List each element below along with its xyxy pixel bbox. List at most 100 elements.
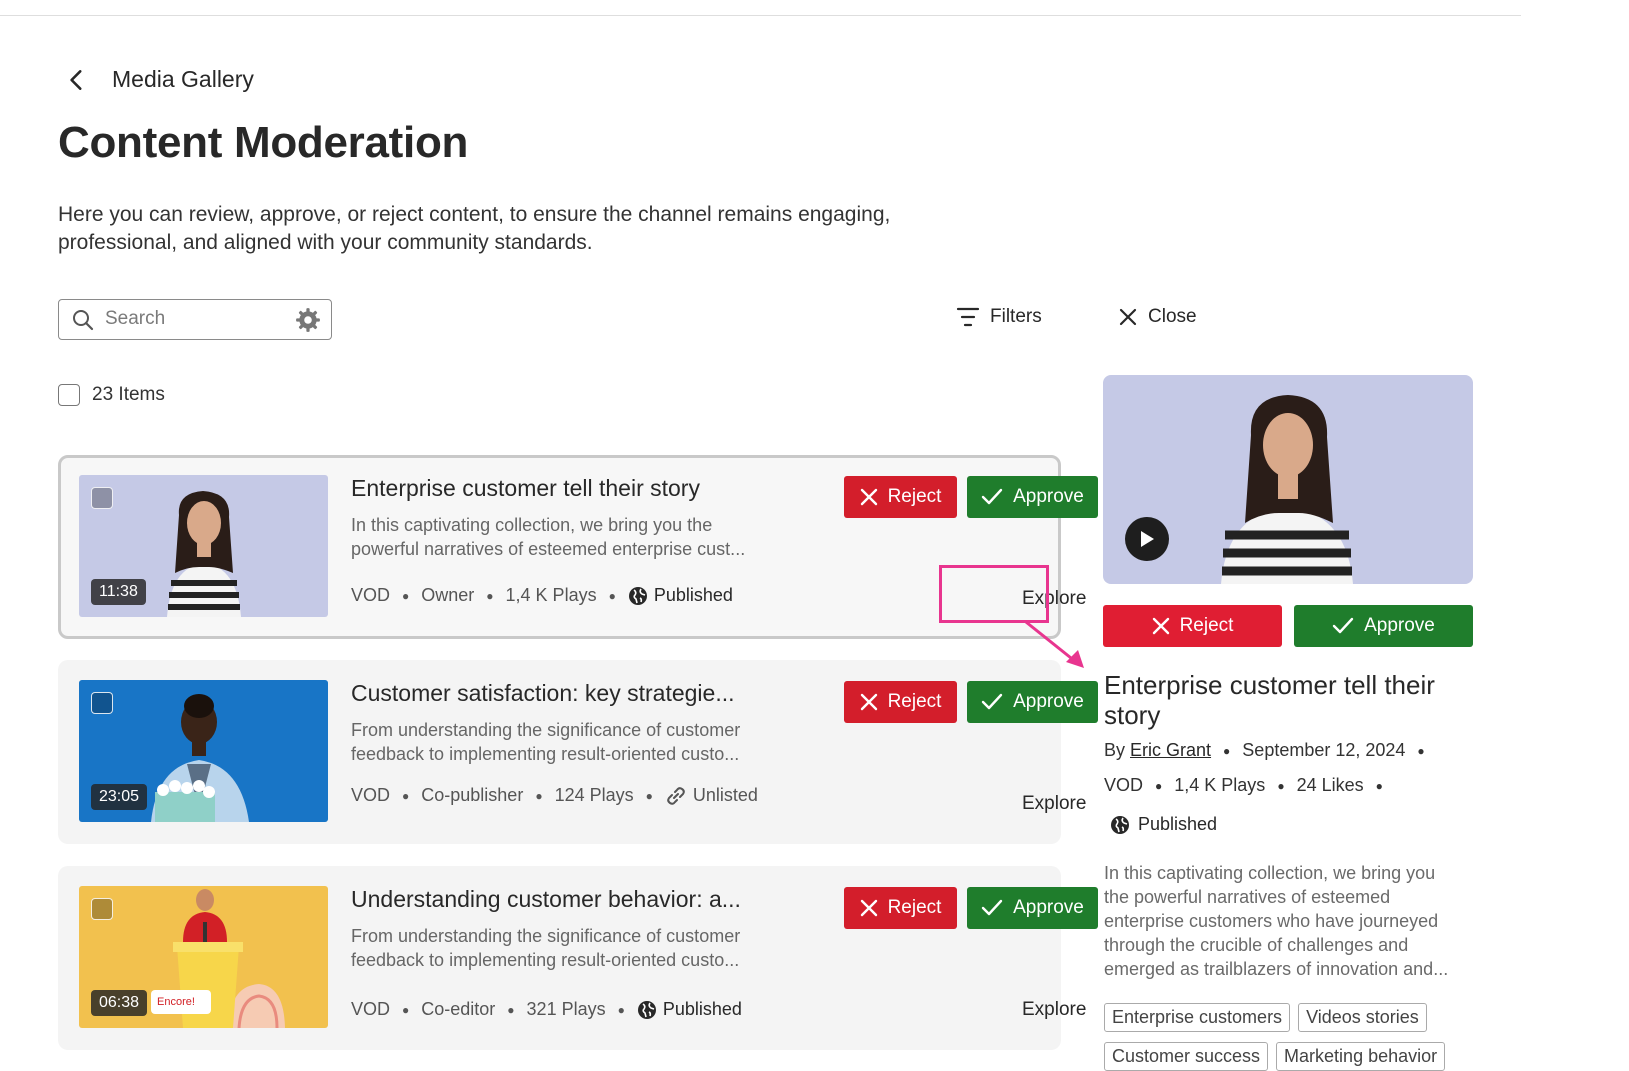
item-title[interactable]: Customer satisfaction: key strategie... [351,680,771,707]
item-plays: 321 Plays [526,999,606,1019]
detail-likes: 24 Likes [1296,775,1364,795]
close-icon [860,693,877,711]
detail-approve-button[interactable]: Approve [1294,605,1473,647]
search-input[interactable] [105,306,285,332]
video-thumbnail[interactable]: 11:38 [79,475,328,617]
duration-badge: 06:38 [91,990,148,1016]
reject-label: Reject [887,897,942,918]
item-checkbox[interactable] [91,692,113,714]
tag[interactable]: Videos stories [1298,1003,1427,1032]
item-meta: VOD ● Co-editor ● 321 Plays ● Published [351,999,742,1020]
page-description: Here you can review, approve, or reject … [58,203,891,254]
globe-icon [628,586,647,605]
play-icon [1141,531,1154,547]
item-title[interactable]: Understanding customer behavior: a... [351,886,771,913]
back-link[interactable]: Media Gallery [64,58,254,102]
video-thumbnail[interactable]: 23:05 [79,680,328,822]
reject-button[interactable]: Reject [844,887,957,929]
detail-video-preview[interactable] [1103,375,1473,584]
select-all-checkbox[interactable] [58,384,80,406]
approve-button[interactable]: Approve [967,476,1098,518]
content-card[interactable]: 06:38 Encore! Understanding customer beh… [58,866,1098,1050]
reject-label: Reject [1179,615,1234,636]
select-all[interactable]: 23 Items [58,384,165,406]
visibility-label: Published [662,999,742,1019]
search-icon [73,310,94,331]
search-box[interactable] [58,299,332,340]
item-type: VOD [351,999,391,1019]
item-role: Owner [421,585,475,605]
chevron-left-icon [70,70,82,90]
close-icon [1119,308,1137,326]
gear-icon[interactable] [295,307,321,333]
approve-label: Approve [1013,691,1084,712]
play-button[interactable] [1125,517,1169,561]
approve-label: Approve [1013,897,1084,918]
detail-reject-button[interactable]: Reject [1103,605,1282,647]
check-icon [981,899,1003,916]
duration-badge: 11:38 [91,579,146,605]
detail-date: September 12, 2024 [1242,740,1406,760]
close-button[interactable]: Close [1118,306,1197,328]
filters-button[interactable]: Filters [956,306,1042,328]
video-thumbnail[interactable]: 06:38 Encore! [79,886,328,1028]
visibility-status: Published [637,999,742,1020]
item-role: Co-editor [421,999,496,1019]
tag[interactable]: Marketing behavior [1276,1042,1446,1071]
approve-label: Approve [1364,615,1435,636]
detail-plays: 1,4 K Plays [1174,775,1266,795]
item-meta: VOD ● Co-publisher ● 124 Plays ● Unlisted [351,785,758,806]
top-divider [0,15,1521,16]
visibility-label: Published [1138,814,1218,834]
check-icon [981,693,1003,710]
visibility-status: Published [628,585,733,606]
author-link[interactable]: Eric Grant [1130,740,1211,761]
reject-label: Reject [887,691,942,712]
tag-list: Enterprise customers Videos stories Cust… [1104,1003,1484,1071]
content-card[interactable]: 23:05 Customer satisfaction: key strateg… [58,660,1098,844]
close-label: Close [1148,306,1197,327]
approve-label: Approve [1013,486,1084,507]
reject-button[interactable]: Reject [844,681,957,723]
back-link-label: Media Gallery [112,66,254,92]
visibility-label: Published [653,585,733,605]
item-checkbox[interactable] [91,487,113,509]
close-icon [860,899,877,917]
globe-icon [1111,815,1129,834]
tag[interactable]: Customer success [1104,1042,1269,1071]
page-title: Content Moderation [58,118,469,167]
item-description: From understanding the significance of c… [351,926,741,970]
item-title[interactable]: Enterprise customer tell their story [351,475,771,502]
explore-highlight [939,565,1049,623]
items-count: 23 Items [92,384,165,405]
item-plays: 124 Plays [554,785,634,805]
detail-visibility: Published [1110,814,1217,835]
explore-link[interactable]: Explore [1022,793,1086,815]
visibility-status: Unlisted [665,785,758,806]
approve-button[interactable]: Approve [967,681,1098,723]
reject-button[interactable]: Reject [844,476,957,518]
tag[interactable]: Enterprise customers [1104,1003,1291,1032]
approve-button[interactable]: Approve [967,887,1098,929]
detail-title: Enterprise customer tell their story [1104,670,1435,730]
filter-icon [956,307,980,327]
detail-type: VOD [1104,775,1144,795]
check-icon [981,488,1003,505]
explore-link[interactable]: Explore [1022,999,1086,1021]
close-icon [1152,617,1169,635]
item-type: VOD [351,785,391,805]
filters-label: Filters [990,306,1042,327]
detail-meta: VOD ● 1,4 K Plays ● 24 Likes ● [1104,775,1383,795]
item-meta: VOD ● Owner ● 1,4 K Plays ● Published [351,585,733,606]
item-description: From understanding the significance of c… [351,720,741,764]
arrow-icon [1024,620,1084,668]
check-icon [1332,617,1354,634]
item-checkbox[interactable] [91,898,113,920]
globe-icon [637,1000,656,1019]
content-card[interactable]: 11:38 Enterprise customer tell their sto… [58,455,1098,639]
reject-label: Reject [887,486,942,507]
item-plays: 1,4 K Plays [505,585,597,605]
duration-badge: 23:05 [91,784,148,810]
thumbnail-caption: Encore! [157,996,195,1008]
item-role: Co-publisher [421,785,524,805]
